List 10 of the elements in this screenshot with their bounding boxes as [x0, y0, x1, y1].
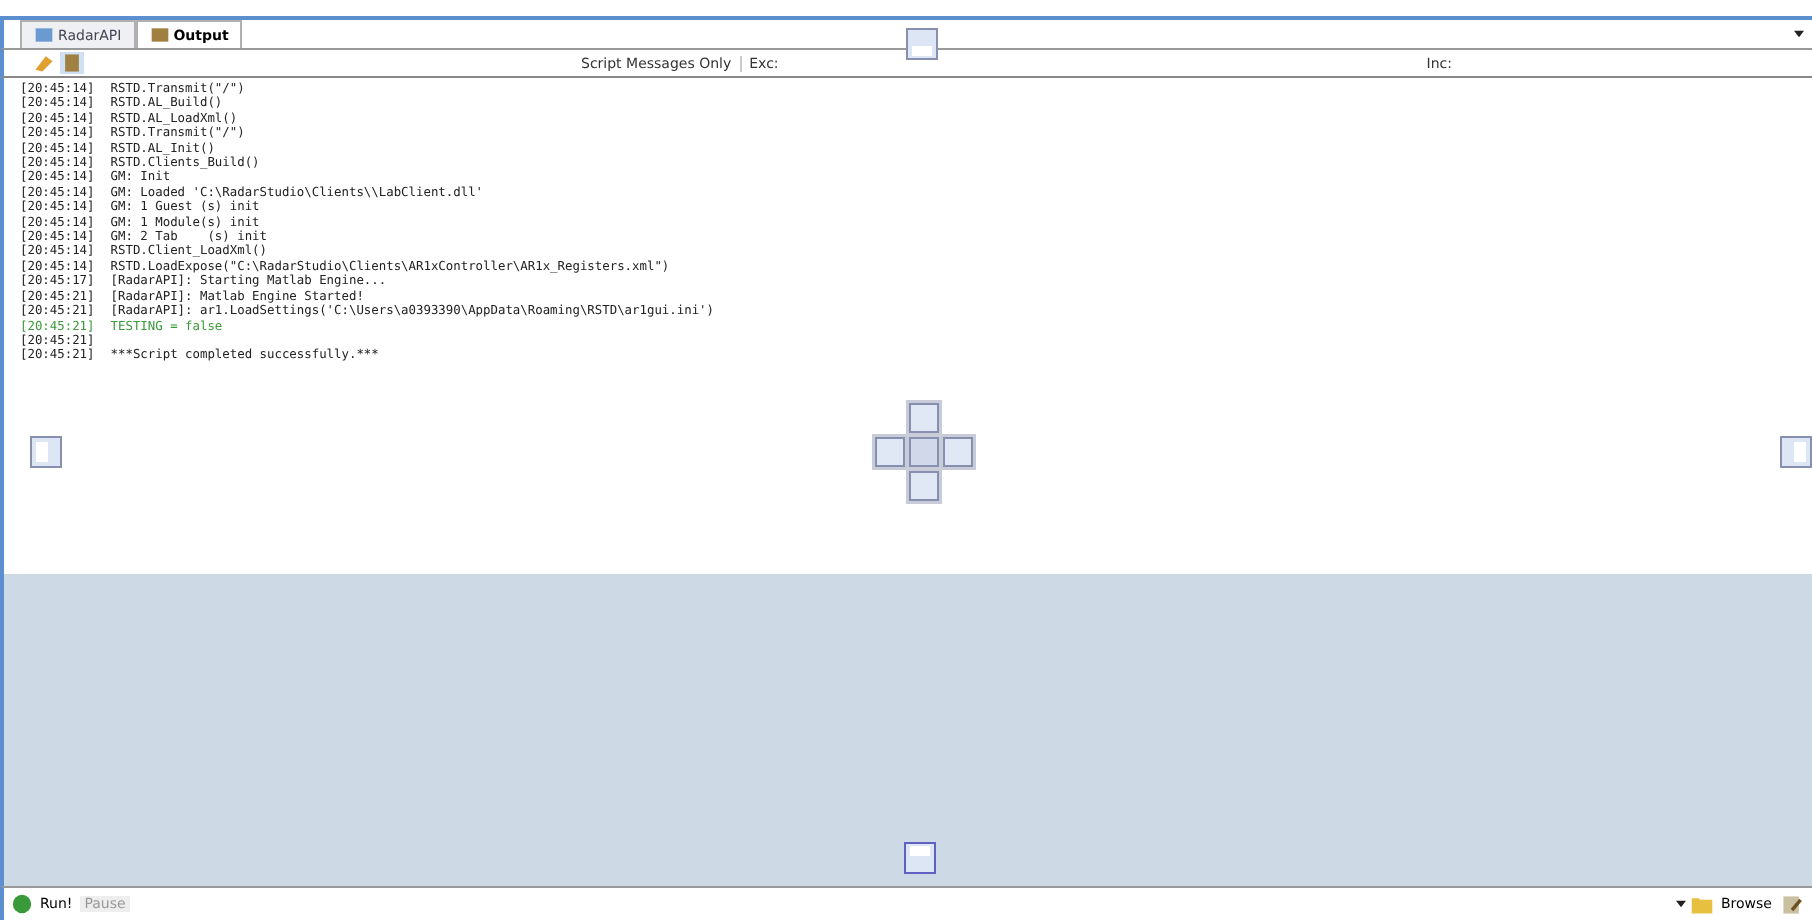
dropdown-caret-icon[interactable] [1675, 900, 1685, 908]
folder-icon [1689, 893, 1713, 915]
document-icon [34, 26, 54, 44]
dock-bottom-icon [904, 842, 936, 874]
document-icon[interactable] [60, 52, 84, 74]
edit-icon[interactable] [1780, 893, 1804, 915]
dropdown-caret-icon[interactable] [1794, 30, 1804, 38]
dock-left-icon [30, 436, 62, 468]
document-icon [149, 26, 170, 44]
dock-guide-drawing [872, 400, 976, 504]
